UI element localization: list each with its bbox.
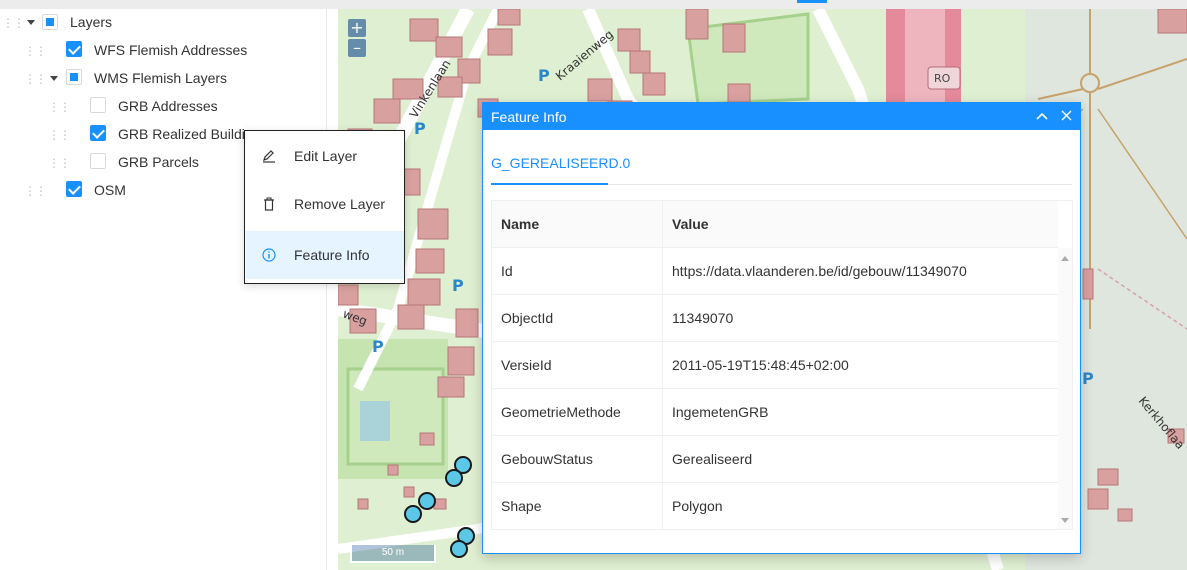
attr-value: 2011-05-19T15:48:45+02:00: [672, 357, 849, 373]
attr-value: IngemetenGRB: [672, 404, 769, 420]
wms-layers-label: WMS Flemish Layers: [94, 70, 228, 86]
zoom-in-button[interactable]: +: [348, 19, 366, 37]
drag-handle-icon[interactable]: ⋮⋮: [2, 16, 25, 30]
table-row: Id https://data.vlaanderen.be/id/gebouw/…: [492, 248, 1058, 295]
table-row: Shape Polygon: [492, 483, 1058, 529]
wfs-addresses-label: WFS Flemish Addresses: [94, 42, 248, 58]
road-ref-label: RO: [934, 72, 951, 85]
svg-text:P: P: [1082, 369, 1094, 388]
column-header-name: Name: [492, 201, 663, 248]
attr-value: Polygon: [672, 498, 723, 514]
grb-addresses-checkbox[interactable]: [90, 97, 106, 113]
attr-value: Gerealiseerd: [672, 451, 753, 467]
scale-bar: 50 m: [350, 545, 436, 563]
scroll-up-icon[interactable]: [1061, 256, 1069, 261]
caret-down-icon[interactable]: [49, 73, 59, 83]
attr-name: Shape: [492, 483, 663, 529]
wfs-addresses-checkbox[interactable]: [66, 41, 82, 57]
osm-checkbox[interactable]: [66, 181, 82, 197]
attr-name: GebouwStatus: [492, 436, 663, 483]
tree-node-root[interactable]: ⋮⋮ Layers: [0, 9, 327, 37]
feature-attributes-table: Name Value Id https://data.vlaanderen.be…: [491, 200, 1073, 530]
feature-info-dialog: Feature Info G_GEREALISEERD.0 Name Value…: [482, 102, 1081, 554]
tab-ink-bar: [491, 183, 608, 185]
table-scrollbar[interactable]: [1058, 248, 1072, 529]
osm-label: OSM: [94, 182, 126, 198]
layer-context-menu: Edit Layer Remove Layer Feature Info: [244, 130, 405, 284]
menu-item-feature-info[interactable]: Feature Info: [246, 231, 404, 279]
tree-node-wms-layers[interactable]: ⋮⋮ WMS Flemish Layers: [0, 65, 327, 93]
top-strip: [0, 0, 1187, 9]
attr-name: GeometrieMethode: [492, 389, 663, 436]
grb-addresses-label: GRB Addresses: [118, 98, 218, 114]
dialog-title: Feature Info: [491, 109, 567, 125]
feature-tabs: G_GEREALISEERD.0: [491, 145, 1072, 185]
root-checkbox[interactable]: [42, 14, 58, 30]
grb-parcels-checkbox[interactable]: [90, 153, 106, 169]
grb-realized-checkbox[interactable]: [90, 125, 106, 141]
table-row: GeometrieMethode IngemetenGRB: [492, 389, 1058, 436]
tree-node-grb-addresses[interactable]: ⋮⋮ GRB Addresses: [0, 93, 327, 121]
drag-handle-icon[interactable]: ⋮⋮: [48, 100, 71, 114]
menu-item-label: Feature Info: [294, 247, 370, 263]
layer-tree: ⋮⋮ Layers ⋮⋮ WFS Flemish Addresses ⋮⋮ WM…: [0, 9, 327, 570]
drag-handle-icon[interactable]: ⋮⋮: [48, 156, 71, 170]
dialog-header[interactable]: Feature Info: [483, 103, 1080, 130]
menu-item-remove-layer[interactable]: Remove Layer: [246, 180, 404, 228]
attr-value: 11349070: [672, 310, 734, 326]
table-row: GebouwStatus Gerealiseerd: [492, 436, 1058, 483]
column-header-value: Value: [672, 216, 709, 232]
svg-text:P: P: [538, 66, 550, 85]
menu-item-label: Remove Layer: [294, 196, 386, 212]
table-row: ObjectId 11349070: [492, 295, 1058, 342]
table-row: VersieId 2011-05-19T15:48:45+02:00: [492, 342, 1058, 389]
attr-value: https://data.vlaanderen.be/id/gebouw/113…: [672, 263, 967, 279]
menu-item-label: Edit Layer: [294, 148, 358, 164]
attr-name: VersieId: [492, 342, 663, 389]
drag-handle-icon[interactable]: ⋮⋮: [24, 184, 47, 198]
close-icon[interactable]: [1055, 105, 1077, 127]
tree-node-wfs-addresses[interactable]: ⋮⋮ WFS Flemish Addresses: [0, 37, 327, 65]
svg-text:P: P: [372, 337, 384, 356]
attr-name: Id: [492, 248, 663, 295]
zoom-out-button[interactable]: –: [348, 39, 366, 57]
caret-down-icon[interactable]: [26, 17, 36, 27]
root-label: Layers: [70, 14, 113, 30]
grb-parcels-label: GRB Parcels: [118, 154, 199, 170]
svg-text:P: P: [452, 276, 464, 295]
drag-handle-icon[interactable]: ⋮⋮: [48, 128, 71, 142]
scroll-down-icon[interactable]: [1061, 518, 1069, 523]
top-accent: [797, 0, 827, 3]
trash-icon: [264, 197, 274, 211]
svg-text:P: P: [414, 119, 426, 138]
drag-handle-icon[interactable]: ⋮⋮: [24, 72, 47, 86]
tab-g-gerealiseerd-0[interactable]: G_GEREALISEERD.0: [491, 153, 630, 185]
chevron-up-icon[interactable]: [1031, 105, 1053, 127]
info-icon: [262, 248, 276, 262]
grb-realized-label: GRB Realized Buildin: [118, 126, 253, 142]
wms-layers-checkbox[interactable]: [66, 69, 82, 85]
drag-handle-icon[interactable]: ⋮⋮: [24, 44, 47, 58]
edit-icon: [263, 150, 275, 163]
zoom-controls: + –: [348, 19, 368, 61]
table-header-row: Name Value: [492, 201, 1058, 248]
menu-item-edit-layer[interactable]: Edit Layer: [246, 132, 404, 180]
attr-name: ObjectId: [492, 295, 663, 342]
